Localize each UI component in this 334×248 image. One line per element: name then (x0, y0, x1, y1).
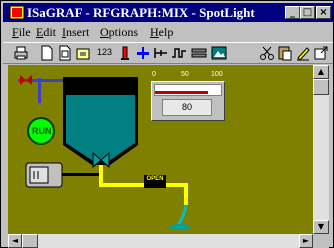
level-gauge: 0 50 100 80 (148, 71, 228, 121)
menu-edit[interactable]: Edit (36, 25, 56, 40)
picture-icon[interactable] (211, 45, 227, 61)
gauge-fill (155, 91, 208, 94)
horizontal-scrollbar[interactable]: ◄ ► (8, 234, 313, 248)
app-window: ISaGRAF - RFGRAPH:MIX - SpotLight _ □ × … (0, 0, 334, 248)
scroll-down-button[interactable]: ▼ (313, 220, 329, 234)
toolbar: 123 (3, 42, 333, 64)
vertical-scroll-thumb[interactable] (313, 79, 329, 95)
tank (63, 77, 138, 165)
paste-icon[interactable] (277, 45, 293, 61)
window-title: ISaGRAF - RFGRAPH:MIX - SpotLight (27, 5, 255, 20)
vertical-scrollbar[interactable]: ▲ ▼ (313, 65, 329, 234)
isagraf-app-icon (9, 5, 25, 20)
pipe-icon[interactable] (153, 45, 169, 61)
water-puddle (170, 224, 190, 230)
inlet-pipe (18, 79, 68, 82)
copy-page-icon[interactable] (57, 45, 73, 61)
gauge-value: 80 (162, 99, 212, 116)
lamp-icon[interactable] (135, 45, 151, 61)
export-icon[interactable] (313, 45, 329, 61)
gauge-scale (154, 84, 222, 96)
gauge-panel: 80 (151, 81, 225, 121)
maximize-button[interactable]: □ (300, 6, 315, 19)
inlet-valve-right (26, 75, 32, 85)
counter-icon[interactable]: 123 (97, 47, 112, 57)
gauge-tick-100: 100 (211, 71, 223, 78)
water-stream (176, 204, 188, 226)
process-canvas[interactable]: RUN 0 50 100 80 OPEN (8, 65, 313, 234)
scroll-left-button[interactable]: ◄ (8, 234, 22, 248)
minimize-button[interactable]: _ (285, 6, 300, 19)
scroll-up-button[interactable]: ▲ (313, 65, 329, 79)
bar-icon[interactable] (117, 45, 133, 61)
print-icon[interactable] (13, 45, 29, 61)
switch-icon[interactable] (171, 45, 187, 61)
cut-icon[interactable] (259, 45, 275, 61)
scroll-right-button[interactable]: ► (299, 234, 313, 248)
gauge-tick-50: 50 (181, 71, 189, 78)
scroll-corner (313, 234, 329, 248)
menu-options[interactable]: Options (100, 25, 138, 40)
gauge-tick-0: 0 (152, 71, 156, 78)
menu-insert[interactable]: Insert (62, 25, 89, 40)
motor (25, 162, 102, 188)
new-page-icon[interactable] (39, 45, 55, 61)
close-button[interactable]: × (316, 6, 331, 19)
menu-help[interactable]: Help (150, 25, 173, 40)
slider-icon[interactable] (191, 45, 207, 61)
inlet-valve-left[interactable] (20, 75, 26, 85)
draw-icon[interactable] (295, 45, 311, 61)
outlet-pipe (99, 165, 188, 205)
inlet-pipe-vertical (38, 78, 41, 103)
valve-status-label: OPEN (144, 175, 166, 184)
horizontal-scroll-thumb[interactable] (22, 234, 38, 248)
open-icon[interactable] (75, 45, 91, 61)
menu-file[interactable]: File (12, 25, 31, 40)
title-bar[interactable]: ISaGRAF - RFGRAPH:MIX - SpotLight _ □ × (3, 3, 333, 22)
menu-bar: File Edit Insert Options Help (3, 23, 333, 41)
run-label: RUN (32, 126, 52, 136)
